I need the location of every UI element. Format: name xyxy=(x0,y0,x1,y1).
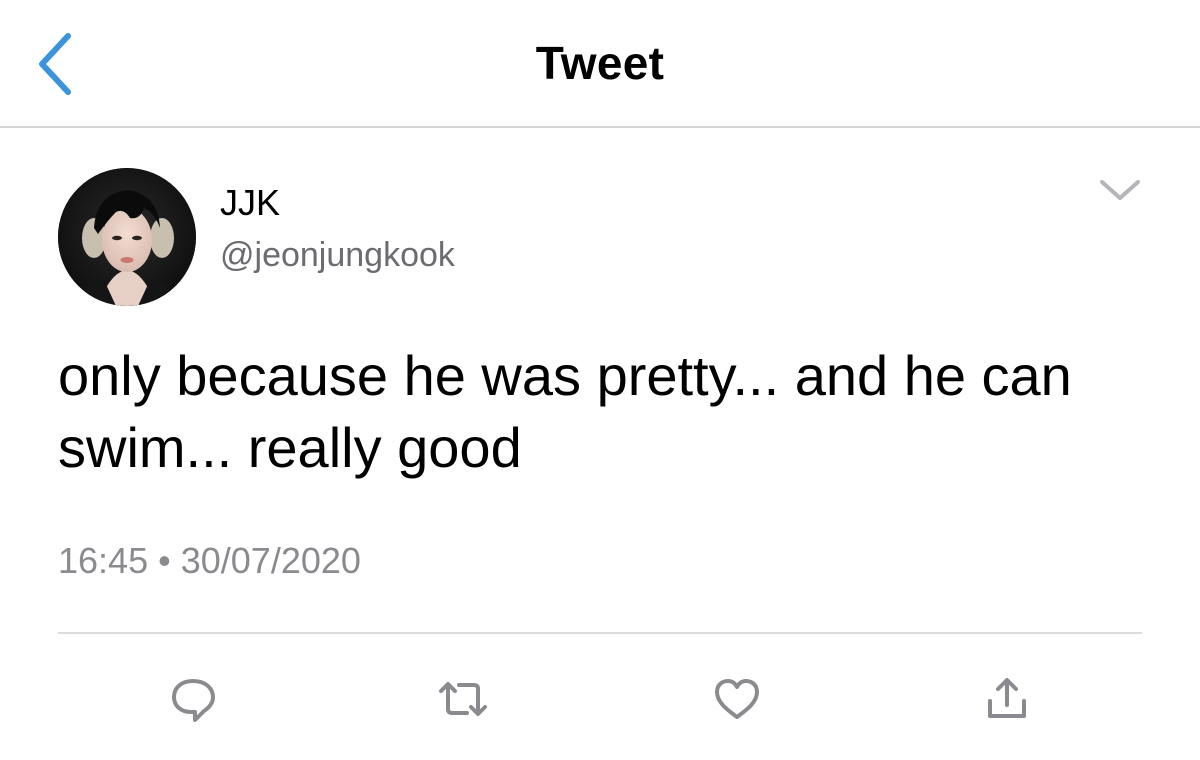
author-handle[interactable]: @jeonjungkook xyxy=(220,236,455,275)
tweet-time: 16:45 xyxy=(58,540,149,581)
tweet-options-button[interactable] xyxy=(1092,170,1148,214)
share-button[interactable] xyxy=(972,664,1042,734)
profile-photo xyxy=(58,168,196,306)
author-display-name[interactable]: JJK xyxy=(220,182,280,224)
heart-icon xyxy=(715,679,759,719)
reply-button[interactable] xyxy=(158,664,228,734)
tweet-body: only because he was pretty... and he can… xyxy=(58,344,1072,479)
action-bar xyxy=(0,664,1200,734)
chevron-down-icon xyxy=(1100,180,1140,200)
retweet-button[interactable] xyxy=(428,664,498,734)
navigation-bar: Tweet xyxy=(0,0,1200,128)
avatar[interactable] xyxy=(58,168,196,306)
divider xyxy=(58,632,1142,634)
share-icon xyxy=(988,678,1026,718)
speech-bubble-icon xyxy=(172,679,215,722)
meta-separator: • xyxy=(158,540,171,581)
like-button[interactable] xyxy=(702,664,772,734)
tweet-date: 30/07/2020 xyxy=(180,540,361,581)
retweet-icon xyxy=(439,682,487,716)
page-title: Tweet xyxy=(535,37,665,89)
tweet-timestamp: 16:45 • 30/07/2020 xyxy=(58,540,361,582)
